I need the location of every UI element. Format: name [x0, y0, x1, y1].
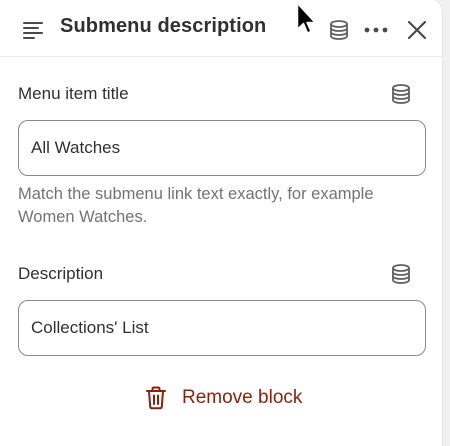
dynamic-source-database-icon[interactable]: [390, 83, 412, 105]
settings-panel: Submenu description Menu item title Matc…: [0, 0, 443, 446]
panel-title: Submenu description: [60, 15, 267, 37]
remove-block-button[interactable]: Remove block: [140, 383, 320, 413]
menu-item-title-label: Menu item title: [18, 84, 129, 103]
mouse-pointer-icon: [296, 2, 316, 34]
dynamic-source-database-icon[interactable]: [390, 263, 412, 285]
trash-icon: [146, 386, 166, 410]
remove-block-label: Remove block: [182, 387, 303, 408]
close-icon[interactable]: [406, 19, 428, 41]
menu-item-title-field[interactable]: [18, 120, 426, 176]
description-input[interactable]: [31, 301, 411, 355]
description-field[interactable]: [18, 300, 426, 356]
menu-item-title-input[interactable]: [31, 121, 411, 175]
description-label: Description: [18, 264, 104, 283]
database-icon[interactable]: [328, 19, 350, 41]
menu-item-title-help-text: Match the submenu link text exactly, for…: [18, 185, 374, 226]
panel-header: Submenu description: [0, 0, 443, 57]
text-align-left-icon[interactable]: [22, 20, 44, 40]
more-horizontal-icon[interactable]: [363, 21, 389, 39]
